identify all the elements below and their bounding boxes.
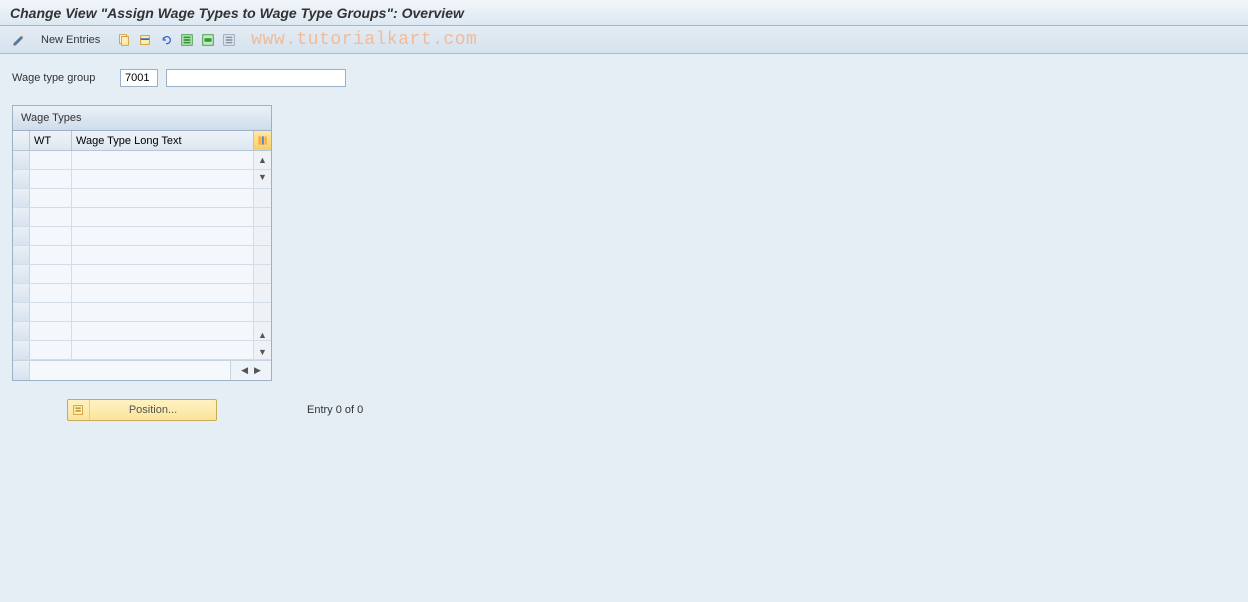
row-selector[interactable] <box>13 322 30 340</box>
wage-types-grid: Wage Types WT Wage Type Long Text ▲▼▲▼ ◀… <box>12 105 272 381</box>
cell-wt[interactable] <box>30 265 72 283</box>
table-row <box>13 151 271 170</box>
cell-long-text[interactable] <box>72 284 254 302</box>
cell-wt[interactable] <box>30 322 72 340</box>
v-scroll-track <box>254 265 271 283</box>
configure-columns-icon[interactable] <box>254 131 271 150</box>
wage-type-group-row: Wage type group <box>12 69 1236 87</box>
grid-column-long-text[interactable]: Wage Type Long Text <box>72 131 254 150</box>
cell-long-text[interactable] <box>72 189 254 207</box>
row-selector[interactable] <box>13 265 30 283</box>
title-bar: Change View "Assign Wage Types to Wage T… <box>0 0 1248 26</box>
select-all-icon[interactable] <box>178 31 196 49</box>
table-row <box>13 265 271 284</box>
entry-status-text: Entry 0 of 0 <box>307 404 363 416</box>
cell-long-text[interactable] <box>72 322 254 340</box>
grid-column-header-row: WT Wage Type Long Text <box>13 131 271 151</box>
row-selector[interactable] <box>13 284 30 302</box>
cell-long-text[interactable] <box>72 246 254 264</box>
row-selector[interactable] <box>13 208 30 226</box>
toggle-change-icon[interactable] <box>10 31 28 49</box>
cell-long-text[interactable] <box>72 303 254 321</box>
footer-row: Position... Entry 0 of 0 <box>67 399 1236 421</box>
row-selector[interactable] <box>13 246 30 264</box>
row-selector[interactable] <box>13 303 30 321</box>
cell-wt[interactable] <box>30 151 72 169</box>
cell-wt[interactable] <box>30 208 72 226</box>
scroll-right-icon[interactable]: ▶ <box>252 365 263 376</box>
table-row <box>13 246 271 265</box>
v-scroll-track <box>254 246 271 264</box>
table-row <box>13 303 271 322</box>
cell-long-text[interactable] <box>72 341 254 359</box>
position-icon <box>68 400 90 420</box>
delete-icon[interactable] <box>136 31 154 49</box>
table-row <box>13 284 271 303</box>
table-row <box>13 170 271 189</box>
deselect-all-icon[interactable] <box>220 31 238 49</box>
row-selector[interactable] <box>13 170 30 188</box>
select-block-icon[interactable] <box>199 31 217 49</box>
scroll-left-icon[interactable]: ◀ <box>239 365 250 376</box>
new-entries-button[interactable]: New Entries <box>33 32 108 48</box>
application-toolbar: New Entries www.tutorialkart.com <box>0 26 1248 54</box>
table-row <box>13 208 271 227</box>
wage-type-group-input[interactable] <box>120 69 158 87</box>
row-selector[interactable] <box>13 189 30 207</box>
cell-wt[interactable] <box>30 189 72 207</box>
grid-body: ▲▼▲▼ <box>13 151 271 360</box>
cell-wt[interactable] <box>30 284 72 302</box>
cell-long-text[interactable] <box>72 227 254 245</box>
v-scroll-track <box>254 227 271 245</box>
wage-type-group-desc-input[interactable] <box>166 69 346 87</box>
cell-long-text[interactable] <box>72 208 254 226</box>
grid-horizontal-scroll: ◀ ▶ <box>13 360 271 380</box>
row-selector[interactable] <box>13 341 30 359</box>
v-scroll-track <box>254 303 271 321</box>
cell-wt[interactable] <box>30 227 72 245</box>
cell-wt[interactable] <box>30 246 72 264</box>
grid-column-wt[interactable]: WT <box>30 131 72 150</box>
scroll-up-icon[interactable]: ▲ <box>254 151 271 168</box>
table-row <box>13 189 271 208</box>
cell-long-text[interactable] <box>72 265 254 283</box>
scroll-down-icon[interactable]: ▼ <box>254 343 271 360</box>
row-selector[interactable] <box>13 151 30 169</box>
table-row <box>13 341 271 360</box>
table-row <box>13 227 271 246</box>
v-scroll-track <box>254 208 271 226</box>
h-scroll-track[interactable] <box>30 361 231 380</box>
watermark: www.tutorialkart.com <box>251 30 477 50</box>
grid-select-all-column[interactable] <box>13 131 30 150</box>
grid-footer-corner <box>13 361 30 380</box>
cell-wt[interactable] <box>30 341 72 359</box>
table-row <box>13 322 271 341</box>
undo-icon[interactable] <box>157 31 175 49</box>
scroll-down-icon[interactable]: ▼ <box>254 168 271 185</box>
cell-long-text[interactable] <box>72 170 254 188</box>
position-button[interactable]: Position... <box>67 399 217 421</box>
position-button-label: Position... <box>90 404 216 416</box>
scroll-up-icon[interactable]: ▲ <box>254 326 271 343</box>
cell-wt[interactable] <box>30 170 72 188</box>
v-scroll-track <box>254 284 271 302</box>
row-selector[interactable] <box>13 227 30 245</box>
cell-long-text[interactable] <box>72 151 254 169</box>
page-title: Change View "Assign Wage Types to Wage T… <box>10 5 464 21</box>
wage-type-group-label: Wage type group <box>12 72 112 84</box>
grid-title: Wage Types <box>13 106 271 131</box>
copy-as-icon[interactable] <box>115 31 133 49</box>
v-scroll-track <box>254 189 271 207</box>
content-area: Wage type group Wage Types WT Wage Type … <box>0 54 1248 436</box>
cell-wt[interactable] <box>30 303 72 321</box>
